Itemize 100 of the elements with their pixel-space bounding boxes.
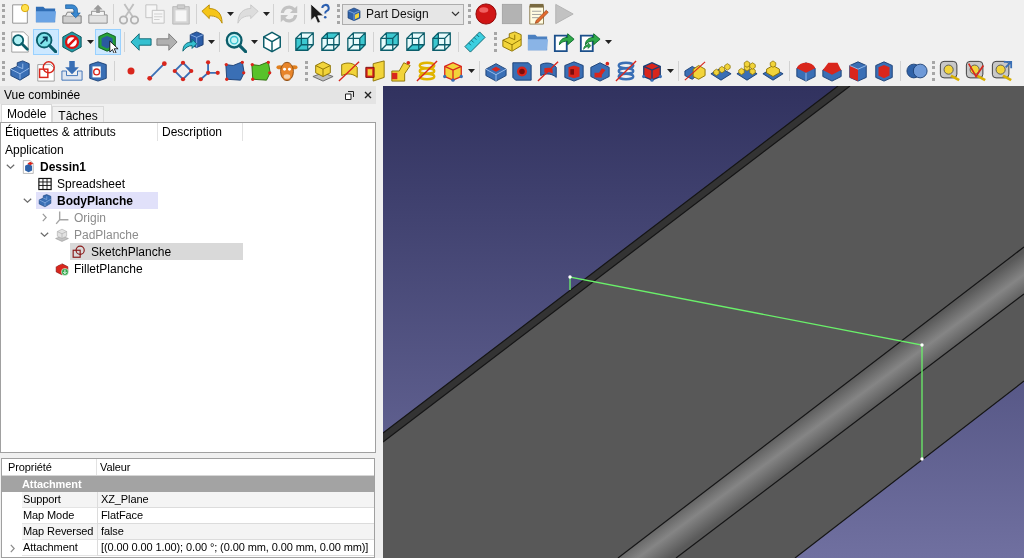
bent-block-icon: [390, 59, 412, 82]
stair-block-icon: [38, 193, 52, 208]
block-plate-icon: [55, 227, 69, 242]
line-segment-icon: [146, 59, 168, 82]
column-header[interactable]: Étiquettes & attributs: [1, 123, 158, 141]
block-slot-icon: [563, 59, 585, 82]
shapes-icon: [72, 244, 86, 259]
block-badge-icon: [55, 261, 69, 276]
toolbar-button[interactable]: [59, 28, 85, 55]
tab[interactable]: Modèle: [1, 104, 53, 122]
rounded-block-icon: [795, 59, 817, 82]
chevron-down-icon[interactable]: [5, 164, 15, 169]
curved-panel-icon: [338, 59, 360, 82]
wireframe-cube-icon: [261, 30, 283, 53]
block-plate-icon: [312, 59, 334, 82]
slab-blocks-icon: [736, 59, 758, 82]
magnifier-icon: [225, 30, 247, 53]
tree-item[interactable]: Spreadsheet: [36, 175, 128, 192]
slab-blocks-icon: [762, 59, 784, 82]
dot-icon: [127, 66, 135, 75]
workbench-dropdown[interactable]: Part Design: [342, 3, 464, 25]
overlapping-windows-icon[interactable]: [345, 90, 354, 100]
page-magnifier-icon: [9, 30, 31, 53]
blocks-slash-icon: [684, 59, 706, 82]
column-header[interactable]: Valeur: [97, 459, 374, 475]
panel-title: Vue combinée: [4, 87, 82, 104]
toolbar-button[interactable]: [362, 57, 388, 84]
arrow-left-icon: [130, 30, 152, 53]
tree-item[interactable]: Application: [3, 141, 66, 158]
ruler-icon: [464, 30, 486, 53]
shapes-page-icon: [35, 59, 57, 82]
blob-icon: [250, 59, 272, 82]
arrow-right-icon: [156, 30, 178, 53]
frame-panel-icon: [364, 59, 386, 82]
blob-icon: [224, 59, 246, 82]
magnifier-arrow-icon: [35, 30, 57, 53]
diamond-outline-icon: [172, 59, 194, 82]
hexagon-icon: [873, 59, 895, 82]
tree-item[interactable]: SketchPlanche: [70, 243, 243, 260]
table-grid-icon: [38, 176, 52, 191]
toolbar-button[interactable]: [180, 28, 206, 55]
property-value[interactable]: FlatFace: [97, 508, 374, 524]
close-icon[interactable]: [364, 91, 372, 99]
toolbar-button[interactable]: [95, 28, 121, 55]
caret-icon: [207, 39, 215, 44]
caret-icon: [250, 39, 258, 44]
property-value[interactable]: XZ_Plane: [97, 492, 374, 508]
caret-icon: [226, 12, 234, 16]
caret-icon: [467, 68, 475, 73]
property-value[interactable]: false: [97, 524, 374, 540]
tree-item[interactable]: PadPlanche: [53, 226, 141, 243]
box-double-arrow-icon: [579, 30, 601, 53]
hexagon-prohibited-icon: [61, 30, 83, 53]
curved-panel-icon: [537, 59, 559, 82]
caret-icon: [666, 68, 674, 73]
coil-icon: [416, 59, 438, 82]
axes-icon: [198, 59, 220, 82]
toolbar-button[interactable]: [33, 28, 59, 55]
toolbar-button[interactable]: [760, 57, 786, 84]
block-hole-icon: [511, 59, 533, 82]
tape-measure-arrows-icon: [991, 59, 1013, 82]
chevron-down-icon[interactable]: [39, 232, 49, 237]
stair-block-icon: [9, 59, 31, 82]
tree-item[interactable]: BodyPlanche: [36, 192, 158, 209]
property-value[interactable]: [(0.00 0.00 1.00); 0.00 °; (0.00 mm, 0.00 mm, 0.00 mm)]: [97, 540, 374, 556]
column-header[interactable]: Propriété: [2, 459, 97, 475]
stair-block-icon: [501, 30, 523, 53]
property-name: Attachment: [22, 540, 97, 556]
chevron-down-icon[interactable]: [22, 198, 32, 203]
property-name: Map Reversed: [22, 524, 97, 540]
chevron-down-icon: [451, 11, 460, 17]
column-header[interactable]: Description: [158, 123, 243, 141]
box-arrow-icon: [553, 30, 575, 53]
cube-right-face-icon: [346, 30, 368, 53]
tape-measure-icon: [939, 59, 961, 82]
chevron-right-icon[interactable]: [9, 543, 15, 553]
axes-icon: [55, 210, 69, 225]
cube-icon: [641, 59, 663, 82]
cube-cursor-icon: [97, 30, 119, 53]
tree-item[interactable]: Origin: [53, 209, 108, 226]
tree-item[interactable]: FilletPlanche: [53, 260, 145, 277]
chevron-right-icon[interactable]: [41, 213, 47, 222]
cube-icon: [346, 6, 362, 22]
property-name: Support: [22, 492, 97, 508]
tray-arrow-down-icon: [61, 59, 83, 82]
property-name: Map Mode: [22, 508, 97, 524]
property-group: Attachment: [2, 476, 374, 492]
tab[interactable]: Tâches: [52, 106, 104, 122]
toolbar-button[interactable]: [7, 57, 33, 84]
tape-measure-angle-icon: [965, 59, 987, 82]
cube-icon: [847, 59, 869, 82]
tree-item[interactable]: Dessin1: [19, 158, 89, 175]
caret-icon: [86, 39, 94, 44]
sheep-face-icon: [276, 59, 298, 82]
cube-front-face-icon: [294, 30, 316, 53]
document-cube-icon: [21, 159, 35, 174]
caret-icon: [604, 39, 612, 44]
block-notch-icon: [589, 59, 611, 82]
cube-icon: [442, 59, 464, 82]
cube-arrow-icon: [182, 30, 204, 53]
